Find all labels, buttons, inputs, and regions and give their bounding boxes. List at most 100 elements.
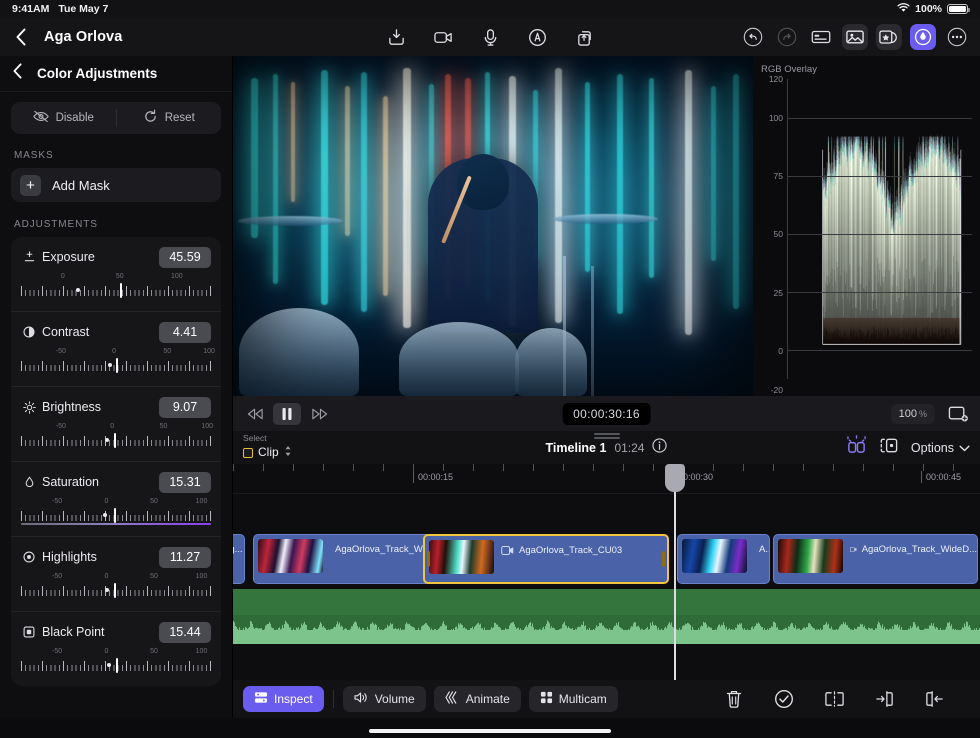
slider-knob[interactable] — [114, 433, 116, 448]
titles-button[interactable] — [808, 24, 834, 50]
import-media-icon[interactable] — [383, 24, 409, 50]
disable-button[interactable]: Disable — [11, 102, 116, 134]
magnetic-snap-icon[interactable] — [846, 435, 867, 460]
adjustment-value[interactable]: 11.27 — [159, 547, 211, 568]
slider-ruler[interactable] — [21, 283, 211, 297]
timecode-display[interactable]: 00:00:30:16 — [562, 403, 651, 425]
storyboard-icon[interactable] — [879, 436, 899, 460]
slider-default-dot — [103, 513, 107, 517]
adjustment-row-black-point[interactable]: Black Point15.44-50050100 — [11, 612, 221, 686]
rgb-waveform — [814, 79, 966, 379]
playhead[interactable] — [674, 464, 676, 680]
adjustment-slider[interactable]: -50050100 — [21, 648, 211, 682]
slider-knob[interactable] — [116, 658, 118, 673]
animate-tab[interactable]: Animate — [434, 686, 521, 712]
audio-track[interactable] — [233, 589, 980, 644]
slider-knob[interactable] — [120, 283, 122, 298]
video-editor-app: 9:41AM Tue May 7 100% Aga Orlova — [0, 0, 980, 738]
clip-thumbnail — [778, 539, 843, 573]
clip-trim-handle-left[interactable] — [427, 551, 430, 567]
slider-knob[interactable] — [114, 583, 116, 598]
main-body: Color Adjustments Disable — [0, 56, 980, 718]
record-video-icon[interactable] — [430, 24, 456, 50]
timeline-ruler[interactable]: 00:00:1500:00:3000:00:45 — [233, 464, 980, 494]
adjustment-slider[interactable]: -50050100 — [21, 348, 211, 382]
zoom-level[interactable]: 100% — [891, 404, 935, 424]
slider-ruler[interactable] — [21, 658, 211, 672]
slider-tick-label: 100 — [203, 348, 215, 355]
adjustment-row-saturation[interactable]: Saturation15.31-50050100 — [11, 462, 221, 537]
timeline-clip[interactable]: A... — [677, 534, 770, 584]
video-scope-panel[interactable]: RGB Overlay 1201007550250-20 — [753, 56, 980, 396]
share-export-icon[interactable] — [571, 24, 597, 50]
media-library-button[interactable] — [842, 24, 868, 50]
clip-trim-handle-right[interactable] — [662, 551, 665, 567]
trim-start-button[interactable] — [872, 687, 896, 711]
volume-tab[interactable]: Volume — [343, 686, 426, 712]
info-circle-icon[interactable] — [652, 438, 667, 458]
multicam-tab[interactable]: Multicam — [529, 686, 618, 712]
timeline-clip[interactable]: AgaOrlova_Track_Wid... — [253, 534, 439, 584]
timeline-clip-partial[interactable]: Ag... — [233, 534, 245, 584]
editor-main: RGB Overlay 1201007550250-20 — [233, 56, 980, 718]
slider-ruler[interactable] — [21, 583, 211, 597]
split-clip-button[interactable] — [822, 687, 846, 711]
video-clip-icon — [850, 545, 857, 554]
chevron-left-icon[interactable] — [12, 63, 23, 84]
speaker-icon — [354, 691, 369, 707]
adjustment-row-exposure[interactable]: Exposure45.59050100 — [11, 237, 221, 312]
fast-forward-icon[interactable] — [305, 403, 333, 425]
slider-ruler[interactable] — [21, 508, 211, 522]
adjustment-value[interactable]: 9.07 — [159, 397, 211, 418]
record-voiceover-icon[interactable] — [477, 24, 503, 50]
wifi-icon — [897, 3, 910, 16]
volume-label: Volume — [375, 692, 415, 706]
droplet-icon — [21, 476, 37, 489]
adjustment-value[interactable]: 4.41 — [159, 322, 211, 343]
pause-icon[interactable] — [273, 403, 301, 425]
delete-button[interactable] — [722, 687, 746, 711]
adjustment-row-brightness[interactable]: Brightness9.07-50050100 — [11, 387, 221, 462]
slider-knob[interactable] — [116, 358, 118, 373]
trim-end-button[interactable] — [922, 687, 946, 711]
options-button[interactable]: Options — [911, 441, 970, 455]
audio-waveform — [233, 617, 980, 644]
approve-button[interactable] — [772, 687, 796, 711]
timeline-clip[interactable]: AgaOrlova_Track_WideD... — [773, 534, 978, 584]
adjustment-value[interactable]: 45.59 — [159, 247, 211, 268]
adjustment-slider[interactable]: -50050100 — [21, 423, 211, 457]
video-preview[interactable] — [233, 56, 753, 396]
slider-ruler[interactable] — [21, 433, 211, 447]
timeline-clip[interactable]: AgaOrlova_Track_CU03 — [423, 534, 669, 584]
adjustment-row-contrast[interactable]: Contrast4.41-50050100 — [11, 312, 221, 387]
adjustment-label: Highlights — [42, 550, 97, 564]
clip-thumbnail — [258, 539, 323, 573]
auto-enhance-icon[interactable] — [524, 24, 550, 50]
scope-plot: 1201007550250-20 — [787, 79, 972, 379]
timeline-area[interactable]: 00:00:1500:00:3000:00:45 Ag... AgaOrlova_… — [233, 464, 980, 680]
add-mask-button[interactable]: + Add Mask — [11, 168, 221, 202]
selection-mode[interactable]: Select Clip — [243, 434, 292, 462]
undo-button[interactable] — [740, 24, 766, 50]
slider-tick-label: 50 — [150, 498, 158, 505]
adjustment-value[interactable]: 15.31 — [159, 472, 211, 493]
effects-button[interactable] — [876, 24, 902, 50]
inspect-tab[interactable]: Inspect — [243, 686, 324, 712]
reset-button[interactable]: Reset — [117, 102, 222, 134]
color-adjustments-button[interactable] — [910, 24, 936, 50]
adjustment-row-highlights[interactable]: Highlights 11.27 -50050100 — [11, 537, 221, 612]
adjustment-slider[interactable]: 050100 — [21, 273, 211, 307]
slider-knob[interactable] — [114, 508, 116, 523]
redo-button[interactable] — [774, 24, 800, 50]
playhead-handle[interactable] — [665, 464, 685, 492]
slider-ruler[interactable] — [21, 358, 211, 372]
adjustment-slider[interactable]: -50050100 — [21, 498, 211, 532]
adjustment-slider[interactable]: -50050100 — [21, 573, 211, 607]
video-track[interactable]: Ag...AgaOrlova_Track_Wid...AgaOrlova_Tra… — [233, 534, 980, 584]
eye-slash-icon — [33, 110, 49, 126]
fit-to-screen-icon[interactable] — [944, 403, 972, 425]
more-options-button[interactable] — [944, 24, 970, 50]
chevron-left-icon[interactable] — [10, 26, 32, 48]
adjustment-value[interactable]: 15.44 — [159, 622, 211, 643]
rewind-icon[interactable] — [241, 403, 269, 425]
